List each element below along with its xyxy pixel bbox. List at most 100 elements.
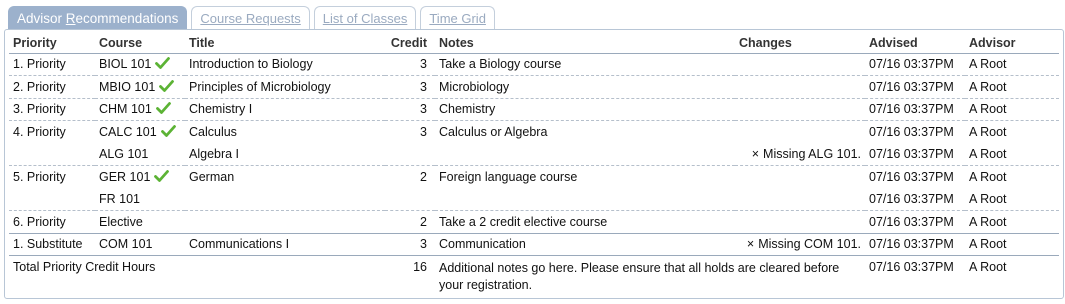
col-title: Title [185,34,385,54]
table-row[interactable]: 6. Priority Elective 2 Take a 2 credit elec… [9,210,1059,234]
cell-advisor: A Root [965,233,1059,256]
cell-advised: 07/16 03:37PM [865,143,965,166]
total-notes: Additional notes go here. Please ensure … [439,261,840,292]
total-row: Total Priority Credit Hours 16 Additional … [9,256,1059,295]
cell-priority [9,143,95,166]
cell-title: Communications I [185,233,385,256]
cell-advised: 07/16 03:37PM [865,53,965,76]
tab-bar: Advisor Recommendations Course Requests … [8,5,499,30]
table-row[interactable]: ALG 101 Algebra I × Missing ALG 101. 07/16 0… [9,143,1059,166]
cell-advisor: A Root [965,53,1059,76]
cell-credit [385,188,435,211]
total-credit: 16 [413,260,427,274]
cell-credit: 3 [385,233,435,256]
cell-priority: 1. Priority [9,53,95,76]
cell-title [185,188,385,211]
cell-course: CHM 101 [95,98,185,121]
cell-advisor: A Root [965,210,1059,234]
cell-title [185,210,385,234]
table-row[interactable]: 1. Priority BIOL 101 Introduction to Biolo… [9,53,1059,76]
table-row[interactable]: 3. Priority CHM 101 Chemistry I 3 Chemistry 0… [9,98,1059,121]
cell-changes [735,166,865,189]
cell-priority: 2. Priority [9,75,95,99]
course-code: GER 101 [99,170,151,184]
check-icon [160,125,176,137]
changes-text: Missing COM 101. [758,237,861,252]
cell-advised: 07/16 03:37PM [865,233,965,256]
cell-credit [385,143,435,166]
cell-priority [9,188,95,211]
course-code: FR 101 [99,192,140,206]
table-row[interactable]: FR 101 07/16 03:37PM A Root [9,188,1059,211]
cell-notes: Communication [435,233,735,256]
col-credit: Credit [385,34,435,54]
table-row[interactable]: 4. Priority CALC 101 Calculus 3 Calculus or … [9,121,1059,144]
cell-advised: 07/16 03:37PM [865,210,965,234]
cell-course: COM 101 [95,233,185,256]
cell-notes: Take a 2 credit elective course [435,210,735,234]
header-row: Priority Course Title Credit Notes Chang… [9,34,1059,54]
recommendations-panel: Priority Course Title Credit Notes Chang… [4,29,1064,299]
cell-advised: 07/16 03:37PM [869,125,954,139]
missing-x-icon: × [746,237,755,252]
check-icon [155,57,171,70]
cell-title: Chemistry I [185,98,385,121]
cell-advisor: A Root [965,75,1059,99]
cell-changes [735,75,865,99]
cell-priority: 1. Substitute [9,233,95,256]
cell-advisor: A Root [965,143,1059,166]
cell-credit: 3 [385,53,435,76]
total-advisor: A Root [969,260,1007,274]
table-row[interactable]: 1. Substitute COM 101 Communications I 3 Com… [9,233,1059,256]
cell-credit: 3 [385,98,435,121]
cell-title: Principles of Microbiology [185,75,385,99]
table-row[interactable]: 5. Priority GER 101 German 2 Foreign languag… [9,166,1059,189]
cell-course: ALG 101 [95,143,185,166]
check-icon [155,102,171,115]
missing-x-icon: × [751,147,760,161]
tab-time-grid[interactable]: Time Grid [420,6,495,30]
tab-course-requests[interactable]: Course Requests [191,6,310,30]
course-code: COM 101 [99,237,153,252]
cell-changes: × Missing ALG 101. [735,143,865,166]
cell-priority: 4. Priority [13,125,66,139]
tab-label-post: ecommendations [75,11,179,26]
col-notes: Notes [435,34,735,54]
cell-title: Calculus [189,125,237,139]
recommendations-table: Priority Course Title Credit Notes Chang… [9,34,1059,294]
cell-notes: Take a Biology course [435,53,735,76]
tab-list-of-classes[interactable]: List of Classes [313,6,417,30]
cell-course: Elective [95,210,185,234]
cell-changes: × Missing COM 101. [735,233,865,256]
col-course: Course [95,34,185,54]
table-row[interactable]: 2. Priority MBIO 101 Principles of Microbi… [9,75,1059,99]
cell-advised: 07/16 03:37PM [865,75,965,99]
cell-title: German [189,170,235,184]
cell-advised: 07/16 03:37PM [869,170,954,184]
cell-notes [435,143,735,166]
cell-credit: 3 [420,125,427,139]
cell-course: GER 101 [95,166,185,189]
col-changes: Changes [735,34,865,54]
cell-course: CALC 101 [95,121,185,144]
cell-advisor: A Root [969,125,1007,139]
col-advised: Advised [865,34,965,54]
cell-advisor: A Root [965,188,1059,211]
cell-notes: Calculus or Algebra [439,125,548,139]
tab-advisor-recommendations[interactable]: Advisor Recommendations [8,6,188,30]
cell-title: Algebra I [185,143,385,166]
cell-course: MBIO 101 [95,75,185,99]
cell-title: Introduction to Biology [185,53,385,76]
cell-notes [435,188,735,211]
cell-advisor: A Root [969,170,1007,184]
cell-notes: Microbiology [435,75,735,99]
course-code: ALG 101 [99,147,149,161]
cell-changes [735,210,865,234]
cell-priority: 5. Priority [13,170,66,184]
col-priority: Priority [9,34,95,54]
tab-label-accesskey: R [65,11,76,26]
cell-changes [735,53,865,76]
total-label: Total Priority Credit Hours [13,260,156,274]
check-icon [154,170,170,182]
course-code: Elective [99,214,143,229]
